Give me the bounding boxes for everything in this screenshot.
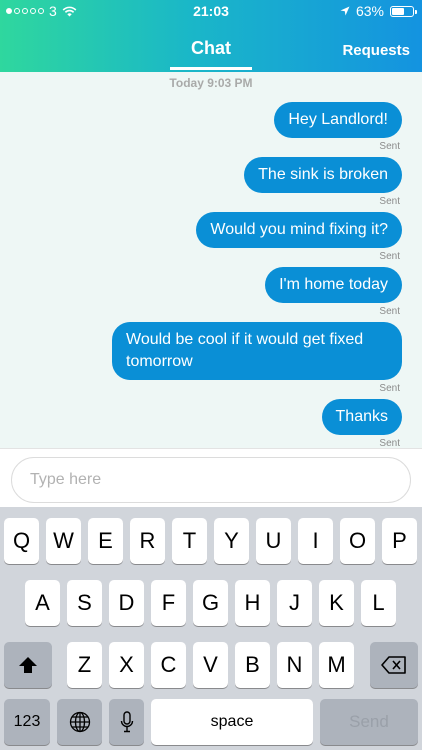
shift-key[interactable]: [4, 642, 52, 688]
space-key[interactable]: space: [151, 699, 313, 745]
key-o[interactable]: O: [340, 518, 375, 564]
message-bubble[interactable]: Hey Landlord!: [274, 102, 402, 138]
globe-key[interactable]: [57, 699, 102, 745]
delete-key[interactable]: [370, 642, 418, 688]
message-bubble[interactable]: Thanks: [321, 399, 402, 435]
active-tab-indicator: [170, 67, 252, 70]
key-k[interactable]: K: [319, 580, 354, 626]
key-j[interactable]: J: [277, 580, 312, 626]
message-status: Sent: [379, 251, 400, 262]
key-l[interactable]: L: [361, 580, 396, 626]
message-list: Hey Landlord! Sent The sink is broken Se…: [22, 102, 402, 454]
message-status: Sent: [379, 141, 400, 152]
key-d[interactable]: D: [109, 580, 144, 626]
key-z[interactable]: Z: [67, 642, 102, 688]
key-r[interactable]: R: [130, 518, 165, 564]
key-x[interactable]: X: [109, 642, 144, 688]
key-y[interactable]: Y: [214, 518, 249, 564]
message-item: Would be cool if it would get fixed tomo…: [22, 322, 402, 394]
key-c[interactable]: C: [151, 642, 186, 688]
key-t[interactable]: T: [172, 518, 207, 564]
composer-bar: [0, 448, 422, 507]
key-a[interactable]: A: [25, 580, 60, 626]
shift-icon: [19, 657, 37, 673]
backspace-icon: [381, 656, 406, 674]
key-f[interactable]: F: [151, 580, 186, 626]
location-arrow-icon: [340, 6, 350, 16]
battery-percent: 63%: [355, 3, 384, 19]
tab-requests[interactable]: Requests: [342, 42, 410, 59]
message-status: Sent: [379, 306, 400, 317]
key-b[interactable]: B: [235, 642, 270, 688]
message-item: Thanks Sent: [22, 399, 402, 449]
key-s[interactable]: S: [67, 580, 102, 626]
message-bubble[interactable]: I'm home today: [265, 267, 402, 303]
message-status: Sent: [379, 196, 400, 207]
dictation-key[interactable]: [109, 699, 144, 745]
message-input[interactable]: [11, 457, 411, 503]
status-bar: 3 21:03 63%: [0, 0, 422, 22]
status-right: 63%: [340, 3, 417, 19]
key-u[interactable]: U: [256, 518, 291, 564]
keyboard: Q W E R T Y U I O P A S D F G H J K L Z …: [0, 507, 422, 750]
message-item: I'm home today Sent: [22, 267, 402, 317]
key-n[interactable]: N: [277, 642, 312, 688]
numbers-key[interactable]: 123: [4, 699, 50, 745]
message-item: Would you mind fixing it? Sent: [22, 212, 402, 262]
key-m[interactable]: M: [319, 642, 354, 688]
message-bubble[interactable]: Would be cool if it would get fixed tomo…: [112, 322, 402, 380]
key-p[interactable]: P: [382, 518, 417, 564]
key-e[interactable]: E: [88, 518, 123, 564]
key-v[interactable]: V: [193, 642, 228, 688]
message-status: Sent: [379, 383, 400, 394]
key-h[interactable]: H: [235, 580, 270, 626]
key-q[interactable]: Q: [4, 518, 39, 564]
globe-icon: [69, 711, 90, 733]
battery-icon: [390, 5, 417, 17]
message-bubble[interactable]: The sink is broken: [244, 157, 402, 193]
send-key[interactable]: Send: [320, 699, 418, 745]
app-header: 3 21:03 63% Chat Requests: [0, 0, 422, 72]
tab-chat[interactable]: Chat: [170, 38, 252, 59]
conversation-timestamp: Today 9:03 PM: [169, 76, 253, 90]
key-g[interactable]: G: [193, 580, 228, 626]
key-i[interactable]: I: [298, 518, 333, 564]
key-w[interactable]: W: [46, 518, 81, 564]
microphone-icon: [120, 711, 133, 733]
message-bubble[interactable]: Would you mind fixing it?: [196, 212, 402, 248]
message-item: Hey Landlord! Sent: [22, 102, 402, 152]
message-item: The sink is broken Sent: [22, 157, 402, 207]
